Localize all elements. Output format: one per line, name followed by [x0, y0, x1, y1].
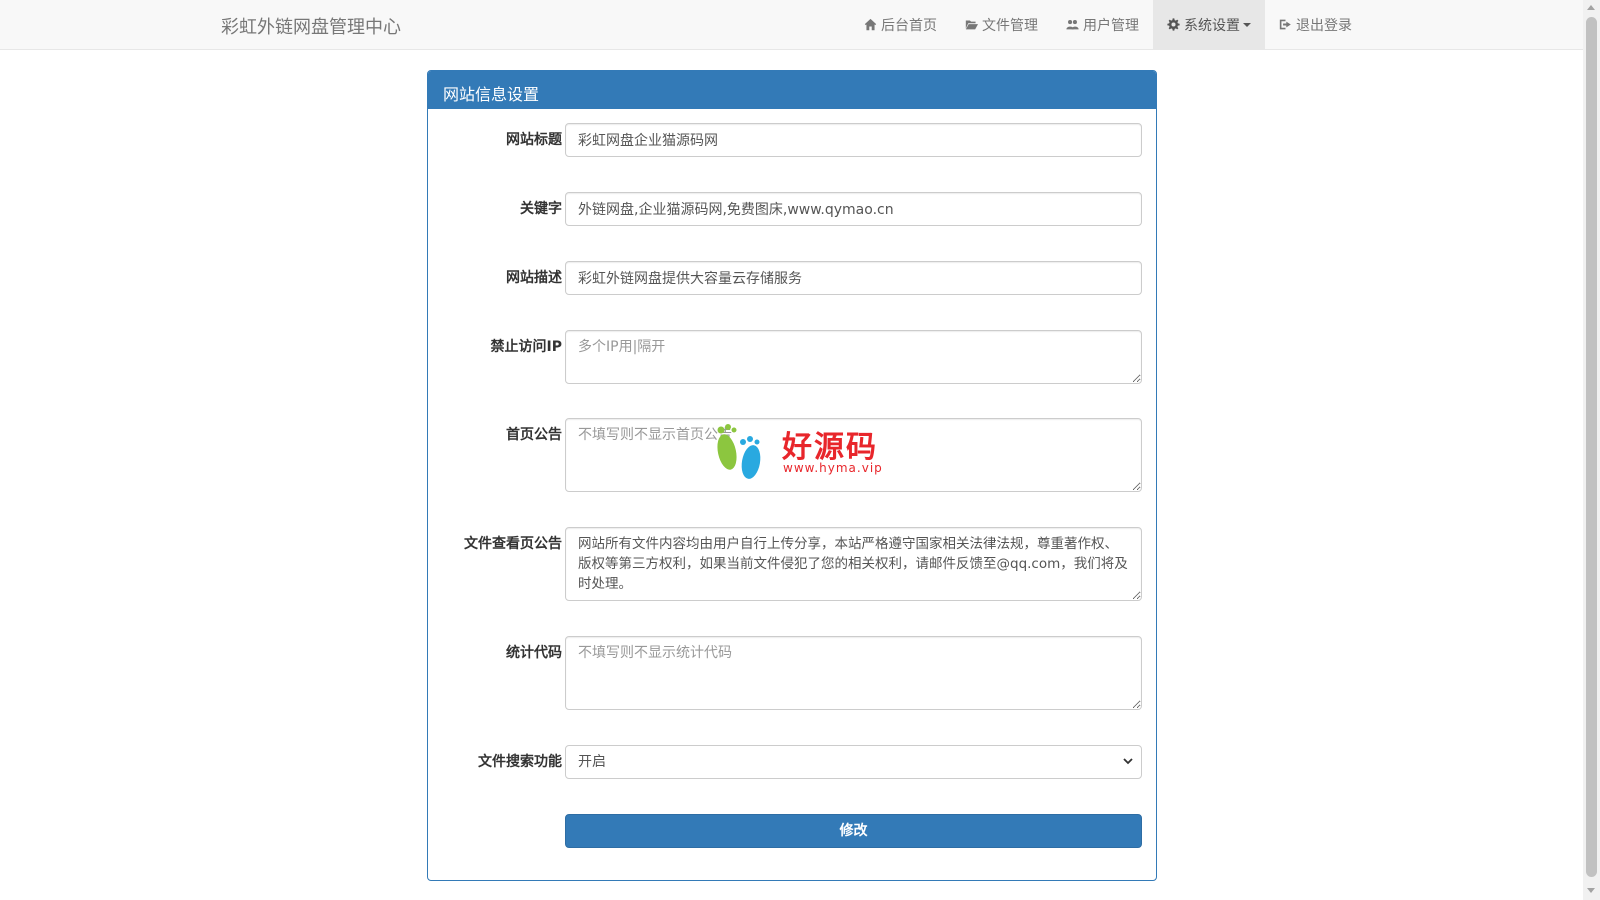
description-input[interactable] [565, 261, 1142, 295]
scroll-up-arrow-icon[interactable] [1587, 5, 1595, 10]
brand-title[interactable]: 彩虹外链网盘管理中心 [221, 13, 401, 39]
scroll-thumb[interactable] [1586, 17, 1597, 877]
site-title-label: 网站标题 [506, 132, 562, 148]
folder-open-icon [965, 20, 978, 30]
nav-item-home[interactable]: 后台首页 [850, 0, 951, 49]
submit-button[interactable]: 修改 [565, 814, 1142, 848]
nav-item-home-label: 后台首页 [881, 17, 937, 34]
gear-icon [1167, 18, 1180, 31]
chevron-down-icon [1123, 758, 1133, 765]
home-notice-label: 首页公告 [506, 427, 562, 443]
nav-menu: 后台首页 文件管理 用户管理 系统设置 退出登录 [850, 0, 1366, 49]
stats-code-textarea[interactable] [565, 636, 1142, 710]
users-icon [1066, 20, 1079, 30]
keywords-label: 关键字 [520, 201, 562, 217]
nav-item-settings-label: 系统设置 [1184, 17, 1240, 34]
description-label: 网站描述 [506, 270, 562, 286]
sign-out-icon [1279, 19, 1291, 30]
site-settings-panel: 网站信息设置 网站标题 关键字 网站描述 禁止访问IP 首页公告 文件查看页公告… [427, 70, 1157, 881]
file-search-label: 文件搜索功能 [478, 754, 562, 770]
file-notice-textarea[interactable]: 网站所有文件内容均由用户自行上传分享，本站严格遵守国家相关法律法规，尊重著作权、… [565, 527, 1142, 601]
top-navbar: 彩虹外链网盘管理中心 后台首页 文件管理 用户管理 系统设置 退出登录 [0, 0, 1583, 50]
home-icon [864, 18, 877, 31]
nav-item-logout[interactable]: 退出登录 [1265, 0, 1366, 49]
banned-ip-textarea[interactable] [565, 330, 1142, 384]
banned-ip-label: 禁止访问IP [490, 339, 562, 355]
stats-code-label: 统计代码 [506, 645, 562, 661]
home-notice-textarea[interactable] [565, 418, 1142, 492]
nav-item-users-label: 用户管理 [1083, 17, 1139, 34]
scroll-down-arrow-icon[interactable] [1587, 888, 1595, 893]
file-notice-label: 文件查看页公告 [464, 536, 562, 552]
panel-title: 网站信息设置 [428, 71, 1156, 109]
nav-item-files-label: 文件管理 [982, 17, 1038, 34]
caret-down-icon [1243, 22, 1251, 27]
nav-item-users[interactable]: 用户管理 [1052, 0, 1153, 49]
vertical-scrollbar[interactable] [1583, 0, 1600, 900]
file-search-select[interactable]: 开启 [565, 745, 1142, 779]
site-title-input[interactable] [565, 123, 1142, 157]
nav-item-files[interactable]: 文件管理 [951, 0, 1052, 49]
file-search-selected-value: 开启 [578, 754, 606, 770]
nav-item-settings[interactable]: 系统设置 [1153, 0, 1265, 49]
nav-item-logout-label: 退出登录 [1296, 17, 1352, 34]
keywords-input[interactable] [565, 192, 1142, 226]
